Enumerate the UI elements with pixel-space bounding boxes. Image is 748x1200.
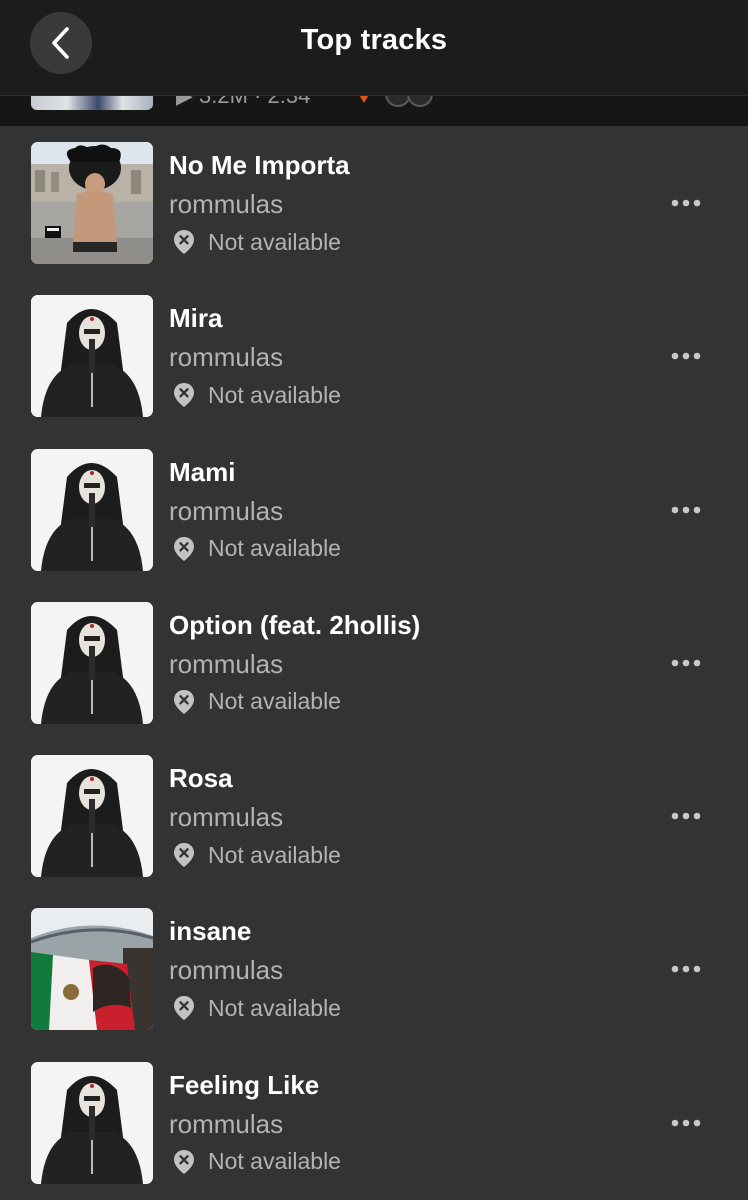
track-row[interactable]: No Me Importa rommulas Not available (0, 126, 748, 279)
location-unavailable-icon (174, 536, 194, 561)
track-row[interactable]: Feeling Like rommulas Not available (0, 1046, 748, 1199)
availability-status: Not available (173, 1148, 341, 1175)
track-title: Feeling Like (169, 1069, 320, 1100)
availability-status: Not available (173, 229, 341, 255)
track-title: Option (feat. 2hollis) (169, 609, 421, 640)
track-title: insane (169, 916, 252, 947)
page-title: Top tracks (300, 24, 448, 56)
status-text: Not available (208, 1148, 341, 1175)
track-row-partial[interactable]: ▶ 3.2M · 2:34 (0, 95, 748, 126)
album-cover (31, 601, 153, 724)
play-count: ▶ 3.2M · 2:34 (176, 95, 311, 108)
album-cover (31, 448, 153, 571)
location-unavailable-icon (174, 230, 194, 254)
more-options-button[interactable] (664, 805, 708, 827)
track-row[interactable]: Mira rommulas Not available (0, 279, 748, 432)
availability-status: Not available (173, 382, 341, 408)
more-horizontal-icon (671, 659, 701, 667)
status-text: Not available (208, 994, 341, 1021)
status-text: Not available (208, 841, 341, 868)
track-artist[interactable]: rommulas (169, 955, 283, 986)
status-text: Not available (208, 688, 341, 715)
more-options-button[interactable] (664, 652, 708, 674)
availability-status: Not available (173, 842, 341, 868)
track-artist[interactable]: rommulas (169, 1109, 283, 1140)
track-row[interactable]: Mami rommulas Not available (0, 433, 748, 586)
more-horizontal-icon (671, 506, 701, 513)
status-text: Not available (208, 535, 341, 562)
status-text: Not available (208, 228, 341, 255)
location-unavailable-icon (174, 843, 194, 868)
track-artist[interactable]: rommulas (169, 802, 283, 833)
album-cover-partial (31, 95, 153, 110)
track-artist[interactable]: rommulas (169, 342, 283, 373)
more-options-button[interactable] (664, 1112, 708, 1134)
track-row[interactable]: insane rommulas Not available (0, 892, 748, 1045)
location-unavailable-icon (174, 1149, 194, 1174)
heart-icon (358, 95, 370, 103)
avatar-group (385, 95, 435, 107)
availability-status: Not available (173, 688, 341, 715)
album-cover (31, 908, 153, 1031)
track-artist[interactable]: rommulas (169, 189, 283, 220)
more-horizontal-icon (671, 199, 701, 207)
more-horizontal-icon (671, 1119, 701, 1127)
availability-status: Not available (173, 995, 341, 1021)
location-unavailable-icon (174, 383, 194, 408)
track-title: No Me Importa (169, 150, 350, 180)
more-options-button[interactable] (664, 192, 708, 214)
location-unavailable-icon (174, 996, 194, 1021)
more-options-button[interactable] (664, 499, 708, 521)
track-artist[interactable]: rommulas (169, 496, 283, 527)
header-bar: Top tracks (0, 0, 748, 96)
more-options-button[interactable] (664, 958, 708, 980)
track-title: Mami (169, 456, 236, 487)
more-options-button[interactable] (664, 345, 708, 367)
track-title: Rosa (169, 763, 233, 794)
album-cover (31, 295, 153, 418)
more-horizontal-icon (671, 966, 701, 973)
avatar (407, 95, 433, 107)
track-list: No Me Importa rommulas Not available Mir… (0, 126, 748, 1199)
availability-status: Not available (173, 535, 341, 562)
track-title: Mira (169, 303, 223, 334)
track-artist[interactable]: rommulas (169, 649, 283, 680)
track-row[interactable]: Option (feat. 2hollis) rommulas Not avai… (0, 586, 748, 739)
album-cover (31, 755, 153, 878)
track-row[interactable]: Rosa rommulas Not available (0, 739, 748, 892)
location-unavailable-icon (174, 689, 194, 714)
album-cover (31, 142, 153, 264)
status-text: Not available (208, 381, 341, 408)
more-horizontal-icon (671, 812, 701, 820)
album-cover (31, 1061, 153, 1184)
top-tracks-screen: Top tracks ▶ 3.2M · 2:34 No Me Importa r… (0, 0, 748, 1200)
more-horizontal-icon (671, 352, 701, 360)
